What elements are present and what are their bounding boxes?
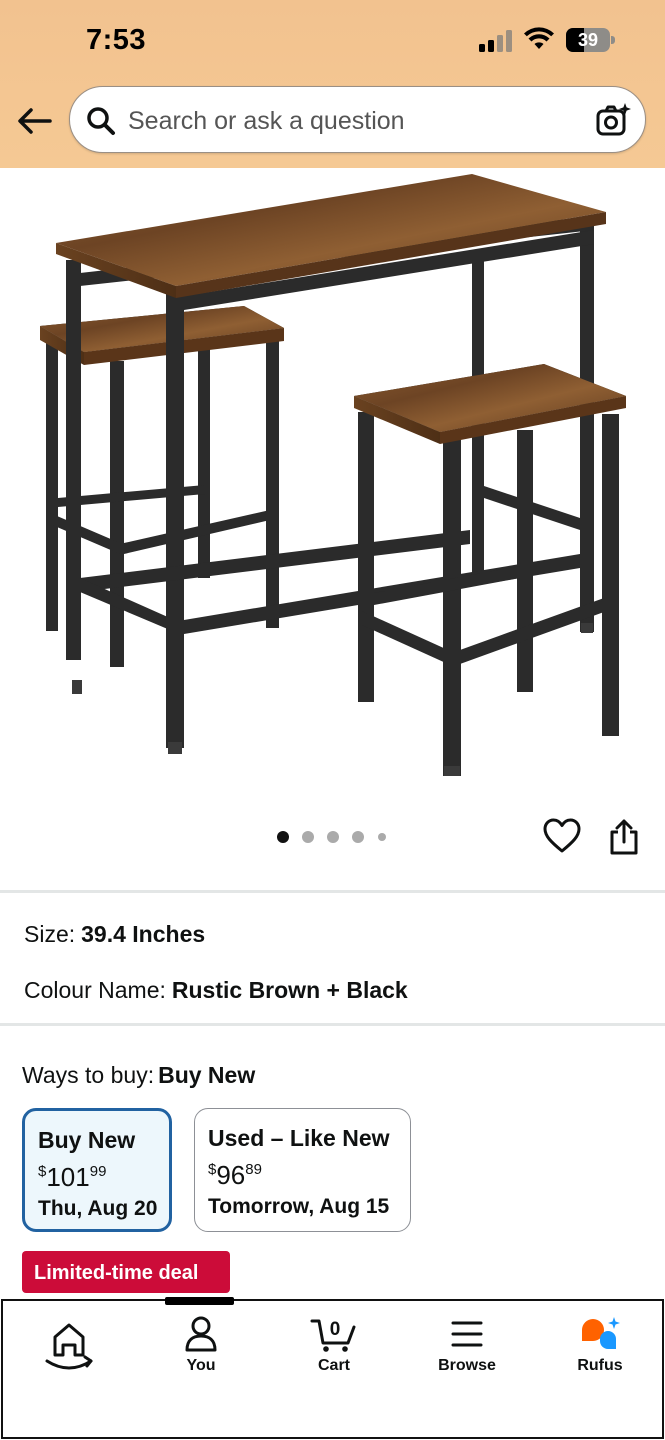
heart-icon[interactable]	[543, 818, 581, 854]
price-cents: 89	[245, 1161, 262, 1178]
ways-to-buy-selected: Buy New	[158, 1062, 256, 1088]
ways-to-buy: Ways to buy: Buy New	[22, 1062, 255, 1089]
back-arrow-icon[interactable]	[14, 104, 54, 138]
price-dollars: 101	[46, 1162, 90, 1192]
nav-you-label: You	[186, 1357, 216, 1374]
nav-cart[interactable]: 0 Cart	[274, 1315, 394, 1375]
nav-rufus-label: Rufus	[577, 1357, 623, 1374]
colour-value: Rustic Brown + Black	[171, 977, 408, 1003]
app-header: 7:53 39 Search or ask a question	[0, 0, 665, 168]
carousel-dot[interactable]	[327, 831, 339, 843]
menu-icon	[451, 1321, 483, 1347]
product-image[interactable]	[0, 168, 665, 808]
size-attribute[interactable]: Size: 39.4 Inches	[24, 921, 205, 948]
cart-count: 0	[330, 1319, 341, 1340]
colour-label: Colour Name:	[24, 977, 166, 1003]
price-dollars: 96	[216, 1160, 246, 1190]
ways-to-buy-label: Ways to buy:	[22, 1062, 155, 1088]
camera-search-icon[interactable]	[595, 102, 631, 138]
carousel-dot[interactable]	[277, 831, 289, 843]
nav-active-indicator	[165, 1297, 234, 1305]
wifi-icon	[524, 27, 554, 49]
option-price: $9689	[208, 1156, 398, 1189]
nav-home[interactable]	[9, 1315, 129, 1377]
size-value: 39.4 Inches	[81, 921, 206, 947]
search-bar[interactable]: Search or ask a question	[69, 86, 646, 153]
nav-browse[interactable]: Browse	[407, 1315, 527, 1375]
status-time: 7:53	[86, 24, 147, 56]
nav-browse-label: Browse	[438, 1357, 496, 1374]
nav-cart-label: Cart	[317, 1357, 350, 1374]
option-title: Buy New	[38, 1127, 136, 1153]
search-input[interactable]: Search or ask a question	[128, 107, 405, 136]
colour-attribute[interactable]: Colour Name: Rustic Brown + Black	[24, 977, 408, 1004]
battery-level: 39	[577, 30, 599, 50]
used-like-new-option[interactable]: Used – Like New $9689 Tomorrow, Aug 15	[194, 1108, 411, 1232]
cart-icon: 0	[310, 1319, 356, 1352]
battery-icon: 39	[566, 28, 616, 52]
option-price: $10199	[38, 1158, 157, 1191]
rufus-icon	[582, 1317, 620, 1349]
limited-time-deal-badge: Limited-time deal	[22, 1251, 230, 1293]
nav-you[interactable]: You	[141, 1315, 261, 1375]
size-label: Size:	[24, 921, 76, 947]
divider	[0, 1023, 665, 1026]
carousel-dot[interactable]	[352, 831, 364, 843]
share-icon[interactable]	[608, 818, 640, 856]
search-icon	[87, 107, 115, 135]
price-cents: 99	[89, 1163, 107, 1180]
signal-icon	[479, 30, 512, 52]
home-icon	[45, 1323, 93, 1370]
option-delivery: Thu, Aug 20	[38, 1197, 158, 1220]
nav-rufus[interactable]: Rufus	[540, 1315, 660, 1375]
option-title: Used – Like New	[208, 1125, 390, 1151]
divider	[0, 890, 665, 893]
buy-new-option[interactable]: Buy New $10199 Thu, Aug 20	[22, 1108, 172, 1232]
bottom-nav: You 0 Cart Browse Rufus	[1, 1299, 664, 1439]
carousel-dot[interactable]	[378, 833, 386, 841]
user-icon	[185, 1316, 217, 1352]
carousel-dot[interactable]	[302, 831, 314, 843]
option-delivery: Tomorrow, Aug 15	[208, 1195, 390, 1218]
